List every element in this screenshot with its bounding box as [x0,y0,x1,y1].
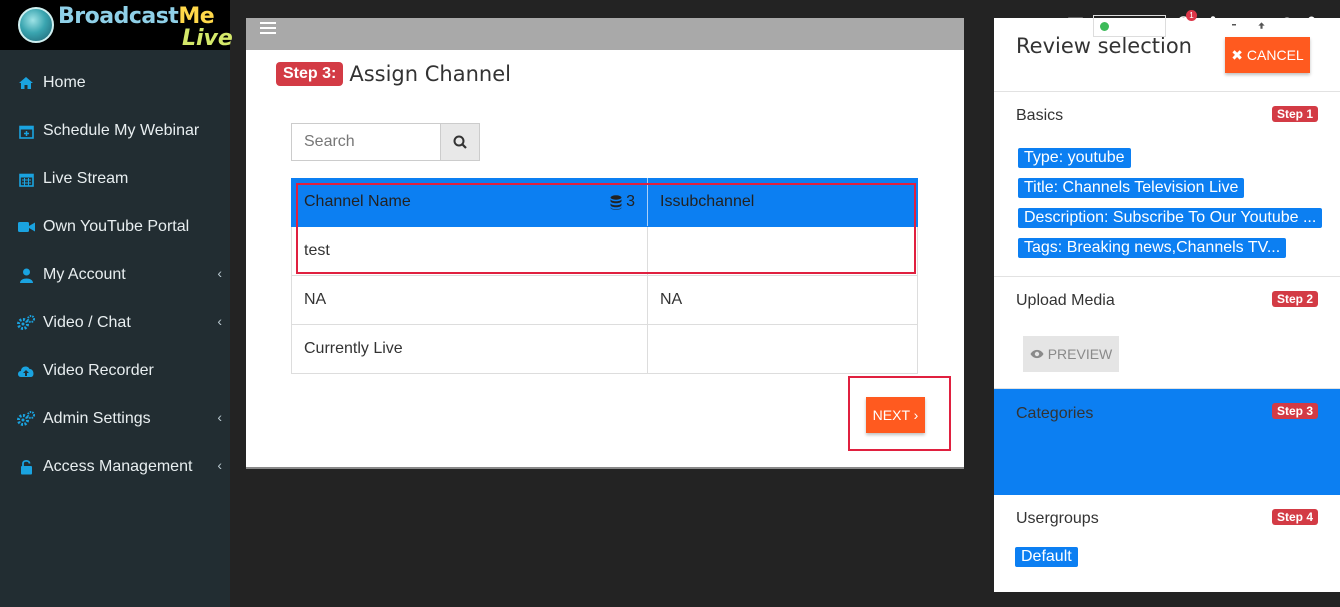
live-status-dot [1100,21,1109,31]
chevron-left-icon: ‹ [217,457,222,473]
archive-icon[interactable] [1226,17,1242,36]
sidebar-item-access-management[interactable]: Access Management ‹ [0,443,230,491]
section-title: Categories [1016,405,1094,422]
table-cell [648,325,917,373]
sidebar-item-label: Video / Chat [43,314,131,331]
user-icon [17,267,35,283]
chevron-left-icon: ‹ [217,409,222,425]
sidebar-item-label: Admin Settings [43,410,151,427]
sidebar-item-schedule-webinar[interactable]: Schedule My Webinar [0,107,230,155]
sidebar-item-label: Schedule My Webinar [43,122,200,139]
logo[interactable]: BroadcastMe Live [0,0,233,51]
sidebar-item-label: Live Stream [43,170,129,187]
step-badge: Step 3: [276,62,344,86]
eye-icon [1030,349,1044,359]
highlight-box-table [296,183,916,274]
search-icon [453,135,467,149]
sidebar-item-home[interactable]: Home [0,59,230,107]
step-badge: Step 3 [1271,403,1318,419]
calendar-icon [17,171,35,187]
cancel-button[interactable]: ✖ CANCEL [1225,37,1310,73]
tag-description: Description: Subscribe To Our Youtube ..… [1018,208,1323,228]
globe-icon [18,7,54,43]
menu-toggle-icon[interactable] [260,22,276,36]
chevron-left-icon: ‹ [217,265,222,281]
sidebar-item-label: My Account [43,266,126,283]
sidebar-item-label: Home [43,74,86,91]
sidebar-item-youtube-portal[interactable]: Own YouTube Portal [0,203,230,251]
chevron-left-icon: ‹ [217,313,222,329]
section-title: Basics [1016,107,1064,124]
notification-count: 1 [1186,9,1198,21]
sidebar: BroadcastMe Live Home Schedule My Webina… [0,0,233,607]
review-section-categories: Categories Step 3 [994,389,1340,495]
review-panel: Review selection ✖ CANCEL Basics Step 1 … [994,18,1340,592]
topbar-icons: Go Live 1 [1068,9,1319,38]
table-cell: NA [292,276,648,324]
tag-type: Type: youtube [1018,148,1131,168]
search-button[interactable] [440,123,480,161]
step-badge: Step 2 [1271,291,1318,307]
sidebar-item-label: Video Recorder [43,362,154,379]
calendar-plus-icon [17,123,35,139]
gears-icon [17,315,35,331]
search-group [291,123,480,161]
review-section-basics: Basics Step 1 Type: youtube Title: Chann… [994,92,1340,277]
sidebar-item-video-recorder[interactable]: Video Recorder [0,347,230,395]
notifications-bell[interactable]: 1 [1175,9,1198,37]
step-badge: Step 4 [1271,509,1318,525]
logo-text-live: Live [182,26,233,51]
sidebar-item-admin-settings[interactable]: Admin Settings ‹ [0,395,230,443]
step-badge: Step 1 [1271,106,1318,122]
section-title: Upload Media [1016,292,1115,309]
share-icon[interactable] [1201,16,1216,36]
sidebar-nav: Home Schedule My Webinar Live Stream Own… [0,59,230,491]
sidebar-item-my-account[interactable]: My Account ‹ [0,251,230,299]
section-title: Usergroups [1016,510,1099,527]
table-row[interactable]: NA NA [291,276,918,325]
review-section-usergroups: Usergroups Step 4 Default [994,495,1340,592]
table-cell: Currently Live [292,325,648,373]
go-live-button[interactable]: Go Live [1093,15,1167,37]
page-title: Step 3: Assign Channel [276,62,511,86]
table-cell: NA [660,291,683,308]
cloud-upload-icon[interactable] [1252,17,1271,36]
sidebar-item-video-chat[interactable]: Video / Chat ‹ [0,299,230,347]
cloud-upload-icon [17,363,35,379]
calendar-icon[interactable] [1068,16,1083,36]
search-input[interactable] [291,123,440,161]
gears-icon [17,411,35,427]
preview-button[interactable]: PREVIEW [1023,336,1119,372]
review-section-upload-media: Upload Media Step 2 [994,277,1340,389]
sidebar-item-label: Access Management [43,458,193,475]
tag-title: Title: Channels Television Live [1018,178,1245,198]
tag-tags: Tags: Breaking news,Channels TV... [1018,238,1287,258]
unlock-icon [17,459,35,475]
tag-usergroup: Default [1015,547,1078,567]
video-camera-icon [17,219,35,235]
close-icon: ✖ [1231,46,1244,63]
home-icon [17,75,35,91]
table-row[interactable]: Currently Live [291,325,918,374]
step-title-text: Assign Channel [349,62,511,86]
user-icon[interactable] [1305,16,1319,36]
sidebar-item-label: Own YouTube Portal [43,218,190,235]
next-button[interactable]: NEXT › [866,397,925,433]
search-icon[interactable] [1281,17,1295,36]
sidebar-item-live-stream[interactable]: Live Stream [0,155,230,203]
top-navbar [246,18,964,50]
